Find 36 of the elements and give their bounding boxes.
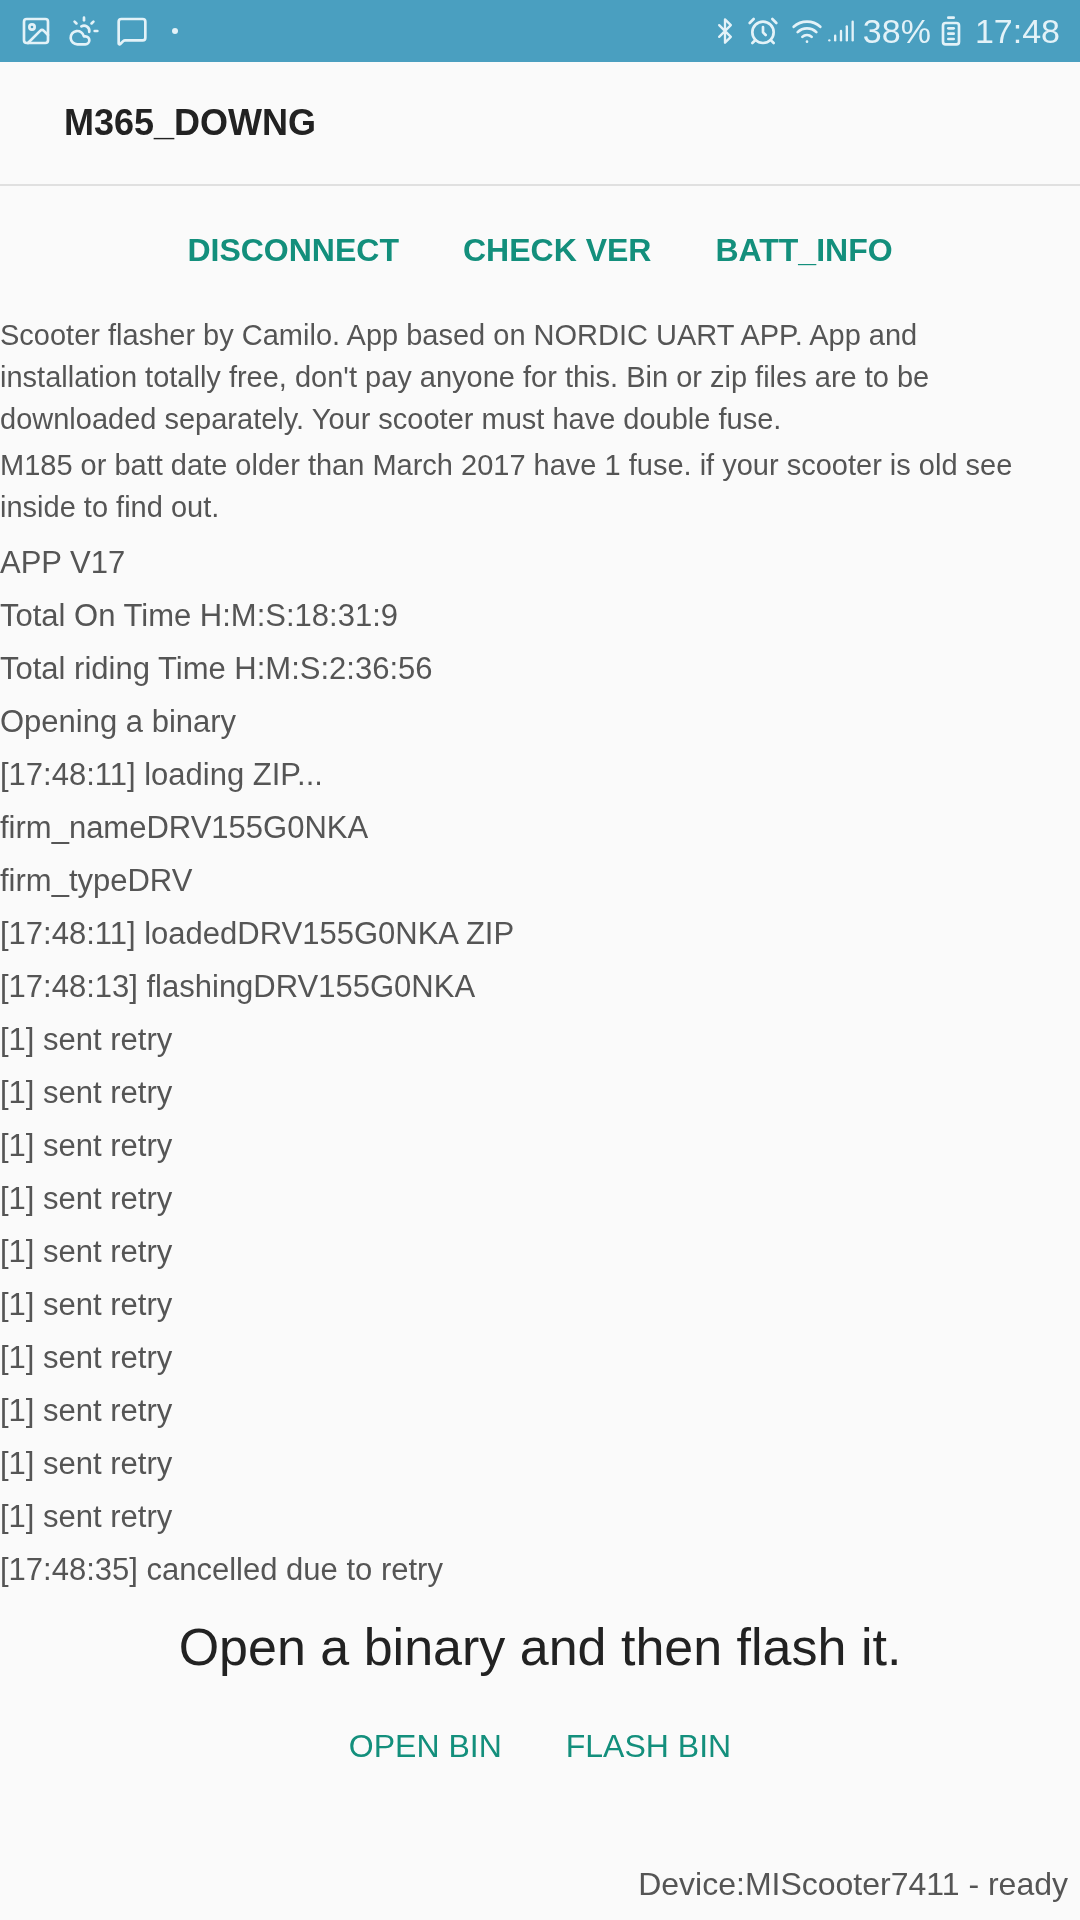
log-line: [17:48:11] loading ZIP... xyxy=(0,756,324,794)
log-line: [17:48:35] cancelled due to retry xyxy=(0,1551,444,1589)
log-line: APP V17 xyxy=(0,544,127,582)
log-line: [1] sent retry xyxy=(0,1339,174,1377)
text-button[interactable]: DISCONNECT xyxy=(179,210,407,290)
log-line: Total On Time H:M:S:18:31:9 xyxy=(0,597,399,635)
instruction-text: Open a binary and then flash it. xyxy=(178,1617,902,1678)
log-line: [1] sent retry xyxy=(0,1498,174,1536)
weather-icon xyxy=(68,15,100,47)
log-line: firm_typeDRV xyxy=(0,862,194,900)
app-title: M365_DOWNG xyxy=(64,101,317,145)
log-line: [1] sent retry xyxy=(0,1233,174,1271)
log-line: [1] sent retry xyxy=(0,1074,174,1112)
log-line: Total riding Time H:M:S:2:36:56 xyxy=(0,650,434,688)
info-paragraph: Scooter flasher by Camilo. App based on NORDIC UART APP. App and installation totally free, don't pay anyone for this. Bin or zip files are to be downloaded separately. Your scooter must have double fuse. xyxy=(0,318,931,437)
log-line: [1] sent retry xyxy=(0,1021,174,1059)
info-paragraph: M185 or batt date older than March 2017 have 1 fuse. if your scooter is old see inside to find out. xyxy=(0,448,1014,525)
log-line: Opening a binary xyxy=(0,703,238,741)
log-line: [17:48:11] loadedDRV155G0NKA ZIP xyxy=(0,915,516,953)
clock-time: 17:48 xyxy=(974,10,1060,52)
device-status: Device:MIScooter7411 - ready xyxy=(638,1865,1068,1904)
text-button[interactable]: OPEN BIN xyxy=(336,1706,514,1786)
alarm-icon xyxy=(746,15,779,47)
battery-percent: 38% xyxy=(862,10,931,52)
log-line: [1] sent retry xyxy=(0,1286,174,1324)
text-button[interactable]: FLASH BIN xyxy=(553,1706,744,1786)
log-line: firm_nameDRV155G0NKA xyxy=(0,809,370,847)
text-button[interactable]: BATT_INFO xyxy=(707,210,901,290)
log-line: [1] sent retry xyxy=(0,1180,174,1218)
text-button[interactable]: CHECK VER xyxy=(454,210,660,290)
log-line: [1] sent retry xyxy=(0,1127,174,1165)
log-line: [1] sent retry xyxy=(0,1392,174,1430)
picture-icon xyxy=(20,15,52,47)
log-line: [1] sent retry xyxy=(0,1445,174,1483)
message-icon xyxy=(116,15,148,47)
log-line: [17:48:13] flashingDRV155G0NKA xyxy=(0,968,477,1006)
